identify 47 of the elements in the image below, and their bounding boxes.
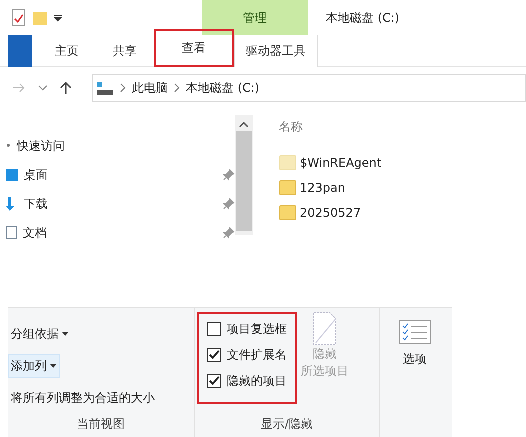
download-arrow-icon [6, 196, 18, 210]
column-header[interactable]: 名称 [279, 118, 382, 136]
checkbox[interactable] [207, 348, 221, 362]
nav-item[interactable]: 快速访问 [17, 136, 65, 154]
chevron-down-icon[interactable] [38, 84, 48, 92]
expand-icon[interactable] [6, 143, 11, 148]
scrollbar[interactable] [235, 115, 253, 235]
file-name[interactable]: 20250527 [300, 204, 362, 222]
options-button[interactable]: 选项 [380, 308, 450, 368]
ribbon-tab[interactable]: 驱动器工具 [234, 34, 318, 66]
ribbon-tab[interactable]: 主页 [38, 34, 96, 66]
scroll-up-icon[interactable] [239, 120, 249, 129]
nav-item[interactable]: 桌面 [24, 166, 48, 184]
checkbox[interactable] [207, 322, 221, 336]
scrollbar-thumb[interactable] [236, 131, 252, 231]
file-name[interactable]: 123pan [300, 178, 346, 196]
nav-item[interactable]: 下载 [24, 194, 48, 212]
pin-icon[interactable] [223, 168, 235, 180]
group-label: 显示/隐藏 [260, 416, 314, 433]
window-title: 本地磁盘 (C:) [326, 10, 400, 26]
checkbox-label: 隐藏的项目 [227, 373, 287, 390]
properties-icon[interactable] [12, 8, 26, 26]
pin-icon[interactable] [223, 198, 235, 210]
dropdown-icon[interactable] [54, 14, 62, 22]
checkbox-label: 项目复选框 [227, 321, 287, 338]
breadcrumb-link[interactable]: 本地磁盘 (C:) [186, 79, 260, 97]
page-icon [313, 312, 337, 346]
checkbox-label: 文件扩展名 [227, 347, 287, 364]
document-icon [6, 226, 17, 239]
computer-icon [96, 80, 114, 96]
up-arrow-icon[interactable] [60, 81, 72, 95]
nav-item[interactable]: 文档 [23, 224, 47, 240]
group-label: 当前视图 [76, 416, 126, 433]
ribbon-command[interactable]: 添加列 [8, 354, 60, 378]
chevron-right-icon[interactable] [174, 83, 180, 93]
file-name[interactable]: $WinREAgent [300, 154, 382, 172]
options-list-icon [399, 320, 431, 344]
breadcrumb-link[interactable]: 此电脑 [132, 79, 168, 97]
ribbon-tab[interactable]: 共享 [96, 34, 154, 66]
ribbon-command[interactable]: 将所有列调整为合适的大小 [8, 386, 158, 410]
contextual-tab-header: 管理 [202, 0, 308, 35]
ribbon-command[interactable]: 分组依据 [8, 322, 72, 346]
checkbox[interactable] [207, 374, 221, 388]
chevron-right-icon[interactable] [120, 83, 126, 93]
pin-icon[interactable] [223, 226, 235, 238]
ribbon-tab[interactable]: 查看 [154, 28, 234, 66]
desktop-icon [6, 168, 18, 180]
